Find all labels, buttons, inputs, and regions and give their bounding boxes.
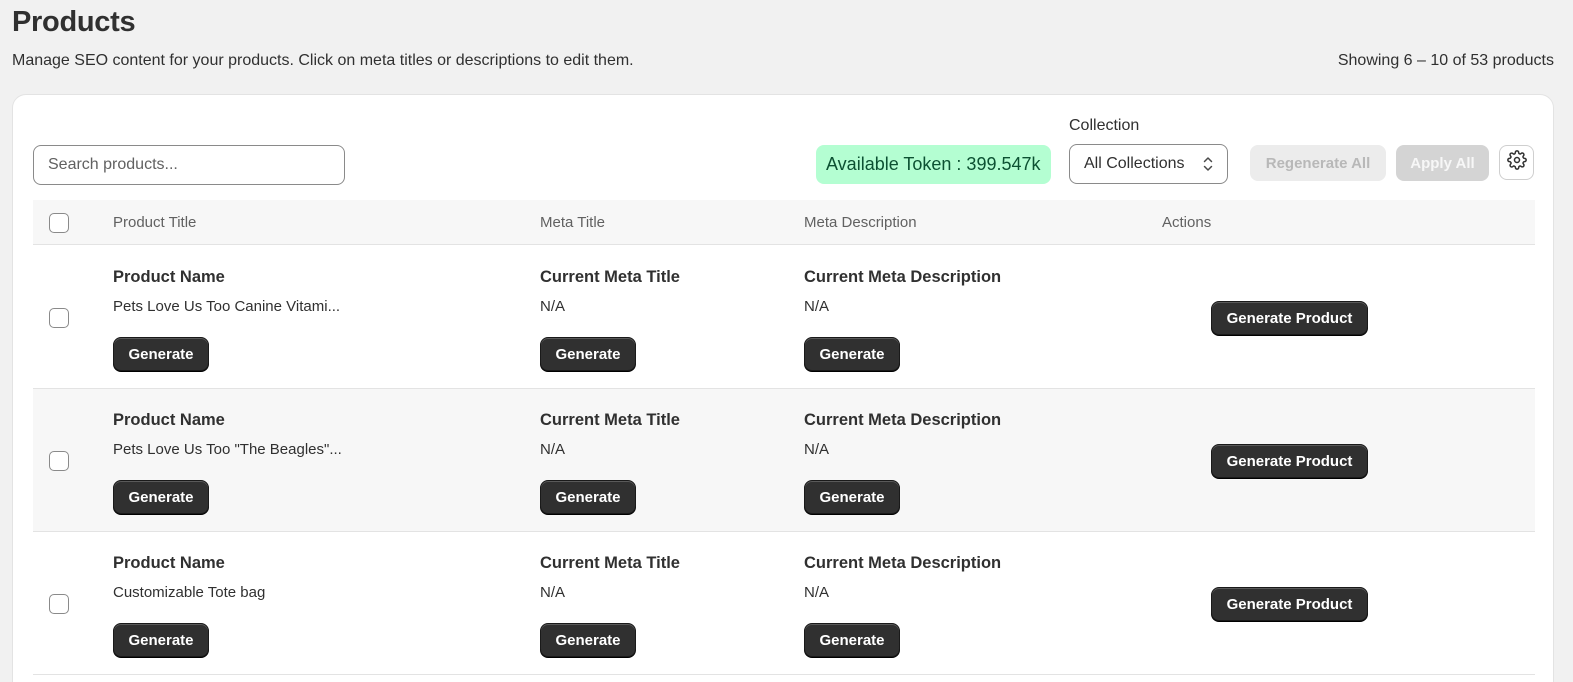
meta-description-label: Current Meta Description <box>804 268 1002 286</box>
meta-description-value[interactable]: N/A <box>804 584 829 601</box>
product-name-value: Customizable Tote bag <box>113 584 266 601</box>
select-all-checkbox[interactable] <box>49 213 69 233</box>
products-card: Available Token : 399.547k Collection Al… <box>12 94 1554 682</box>
pagination-summary: Showing 6 – 10 of 53 products <box>1337 52 1554 69</box>
column-product-title: Product Title <box>113 214 197 231</box>
row-checkbox[interactable] <box>49 451 69 471</box>
generate-product-button[interactable]: Generate Product <box>1211 301 1368 335</box>
meta-title-label: Current Meta Title <box>540 268 680 286</box>
product-name-label: Product Name <box>113 411 225 429</box>
table-row: Product Name Customizable Tote bag Gener… <box>33 532 1535 675</box>
generate-product-button[interactable]: Generate Product <box>1211 587 1368 621</box>
column-meta-description: Meta Description <box>804 214 917 231</box>
generate-product-name-button[interactable]: Generate <box>113 337 209 371</box>
generate-meta-description-button[interactable]: Generate <box>804 337 900 371</box>
token-badge: Available Token : 399.547k <box>816 145 1051 184</box>
generate-meta-description-button[interactable]: Generate <box>804 623 900 657</box>
page-subtitle: Manage SEO content for your products. Cl… <box>12 52 634 69</box>
gear-icon <box>1506 150 1527 175</box>
product-name-value: Pets Love Us Too "The Beagles"... <box>113 441 342 458</box>
generate-meta-description-button[interactable]: Generate <box>804 480 900 514</box>
meta-title-value[interactable]: N/A <box>540 298 565 315</box>
row-checkbox[interactable] <box>49 308 69 328</box>
row-checkbox[interactable] <box>49 594 69 614</box>
column-actions: Actions <box>1162 214 1212 231</box>
generate-product-name-button[interactable]: Generate <box>113 480 209 514</box>
table-row: Product Name Pets Love Us Too "The Beagl… <box>33 389 1535 532</box>
settings-button[interactable] <box>1499 145 1534 180</box>
meta-description-label: Current Meta Description <box>804 554 1002 572</box>
column-meta-title: Meta Title <box>540 214 606 231</box>
table-row: Product Name Pets Love Us Too Canine Vit… <box>33 246 1535 389</box>
generate-meta-title-button[interactable]: Generate <box>540 337 636 371</box>
generate-meta-title-button[interactable]: Generate <box>540 480 636 514</box>
search-input[interactable] <box>33 145 345 185</box>
collection-label: Collection <box>1069 117 1140 134</box>
collection-select-value: All Collections <box>1084 155 1185 172</box>
product-name-value: Pets Love Us Too Canine Vitami... <box>113 298 341 315</box>
meta-title-value[interactable]: N/A <box>540 441 565 458</box>
generate-meta-title-button[interactable]: Generate <box>540 623 636 657</box>
meta-title-label: Current Meta Title <box>540 554 680 572</box>
regenerate-all-button[interactable]: Regenerate All <box>1250 145 1386 181</box>
chevron-up-down-icon <box>1203 155 1213 173</box>
meta-title-label: Current Meta Title <box>540 411 680 429</box>
page-title: Products <box>12 6 136 38</box>
apply-all-button[interactable]: Apply All <box>1396 145 1489 181</box>
product-name-label: Product Name <box>113 268 225 286</box>
generate-product-button[interactable]: Generate Product <box>1211 444 1368 478</box>
table-header: Product Title Meta Title Meta Descriptio… <box>33 200 1535 245</box>
meta-title-value[interactable]: N/A <box>540 584 565 601</box>
meta-description-value[interactable]: N/A <box>804 441 829 458</box>
collection-select[interactable]: All Collections <box>1069 144 1228 184</box>
meta-description-value[interactable]: N/A <box>804 298 829 315</box>
meta-description-label: Current Meta Description <box>804 411 1002 429</box>
generate-product-name-button[interactable]: Generate <box>113 623 209 657</box>
product-name-label: Product Name <box>113 554 225 572</box>
